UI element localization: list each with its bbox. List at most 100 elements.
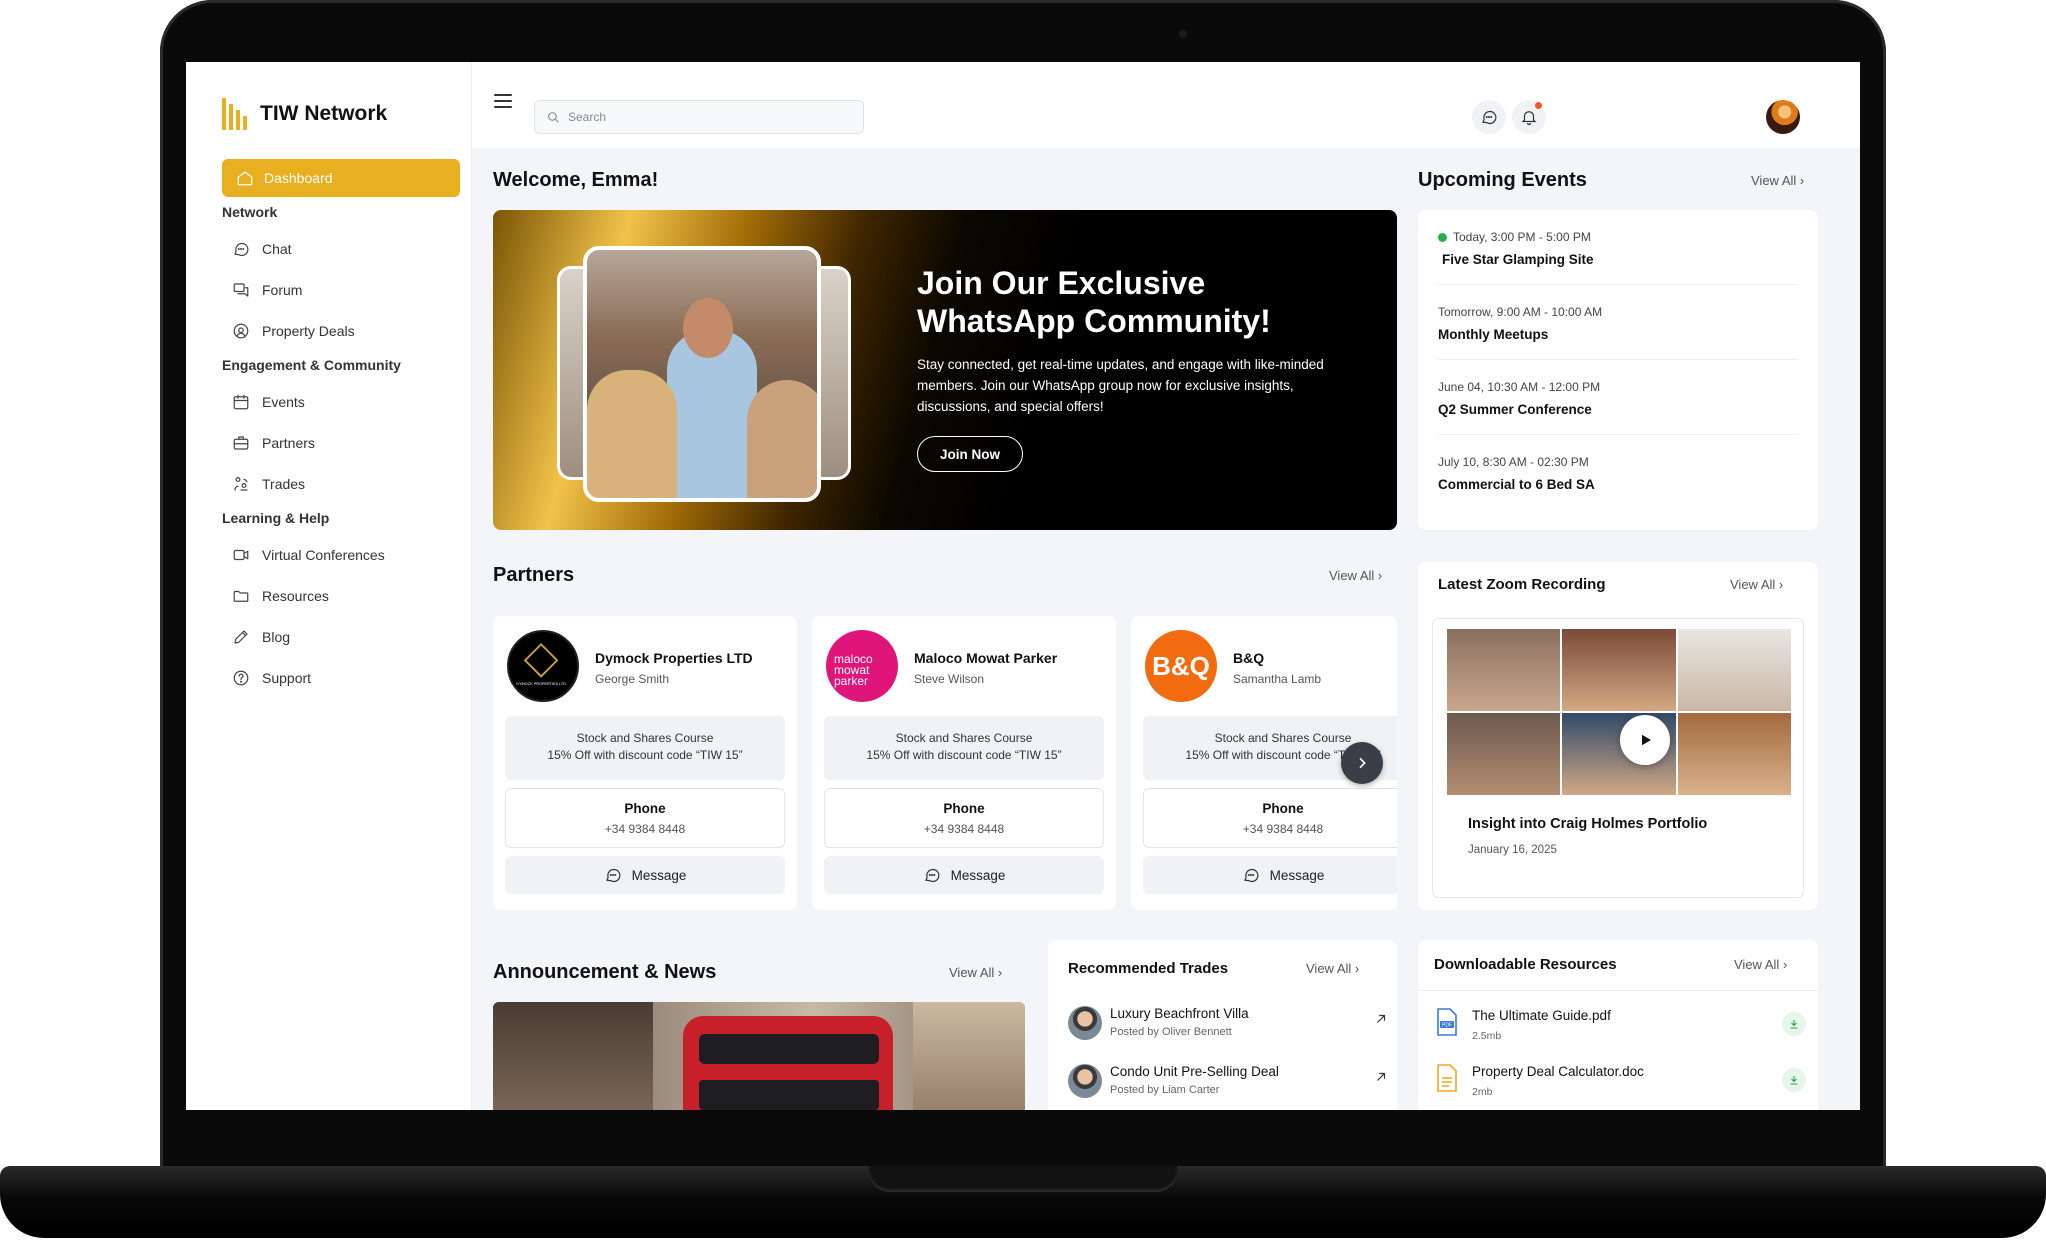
sidebar: TIW Network Dashboard Network Chat Forum…	[186, 62, 472, 1110]
camera	[1179, 30, 1187, 38]
avatar[interactable]	[1766, 100, 1800, 134]
download-button[interactable]	[1782, 1068, 1806, 1092]
banner-title: Join Our Exclusive WhatsApp Community!	[917, 265, 1271, 339]
sidebar-item-partners[interactable]: Partners	[232, 434, 315, 452]
event-item[interactable]: Today, 3:00 PM - 5:00 PM Five Star Glamp…	[1438, 210, 1798, 285]
event-time: Tomorrow, 9:00 AM - 10:00 AM	[1438, 305, 1603, 319]
bq-logo-text: B&Q	[1152, 650, 1210, 681]
page-title: Welcome, Emma!	[493, 169, 659, 191]
sidebar-item-forum[interactable]: Forum	[232, 281, 302, 299]
partner-card: DYMOCK PROPERTIES LTD Dymock Properties …	[493, 616, 797, 910]
sidebar-item-label: Events	[262, 394, 305, 410]
svg-text:DYMOCK PROPERTIES LTD: DYMOCK PROPERTIES LTD	[516, 682, 566, 686]
message-button[interactable]: Message	[824, 856, 1104, 894]
laptop-frame: TIW Network Dashboard Network Chat Forum…	[0, 0, 2046, 1252]
zoom-card: Latest Zoom Recording View All › Insight…	[1418, 562, 1818, 910]
download-icon	[1790, 1020, 1798, 1029]
menu-icon[interactable]	[494, 94, 512, 110]
sidebar-item-label: Chat	[262, 241, 292, 257]
divider	[1418, 990, 1818, 991]
news-title: Announcement & News	[493, 961, 717, 983]
offer-line: Stock and Shares Course	[576, 731, 714, 745]
offer-line: Stock and Shares Course	[895, 731, 1033, 745]
trade-author: Posted by Liam Carter	[1110, 1084, 1220, 1096]
phone-value: +34 9384 8448	[1242, 822, 1324, 836]
partner-phone[interactable]: Phone +34 9384 8448	[505, 788, 785, 848]
trade-item[interactable]: Condo Unit Pre-Selling Deal Posted by Li…	[1068, 1060, 1388, 1110]
phone-value: +34 9384 8448	[604, 822, 686, 836]
event-name: Five Star Glamping Site	[1442, 252, 1594, 267]
trade-item[interactable]: Luxury Beachfront Villa Posted by Oliver…	[1068, 1002, 1388, 1052]
sidebar-item-label: Property Deals	[262, 323, 355, 339]
pdf-file-icon: PDF	[1437, 1008, 1457, 1036]
sidebar-item-blog[interactable]: Blog	[232, 628, 290, 646]
download-button[interactable]	[1782, 1012, 1806, 1036]
news-view-all-link[interactable]: View All ›	[949, 965, 1002, 980]
event-item[interactable]: Tomorrow, 9:00 AM - 10:00 AM Monthly Mee…	[1438, 285, 1798, 360]
partner-name: Dymock Properties LTD	[595, 650, 753, 666]
partner-name: B&Q	[1233, 650, 1265, 666]
sidebar-item-virtual-conferences[interactable]: Virtual Conferences	[232, 546, 385, 564]
sidebar-section-network: Network	[222, 204, 278, 220]
chevron-right-icon	[1359, 757, 1366, 769]
chat-icon	[605, 868, 620, 883]
resource-name: The Ultimate Guide.pdf	[1472, 1008, 1611, 1023]
partner-phone[interactable]: Phone +34 9384 8448	[1143, 788, 1397, 848]
message-button[interactable]: Message	[1143, 856, 1397, 894]
event-time: July 10, 8:30 AM - 02:30 PM	[1438, 455, 1589, 469]
download-icon	[1790, 1076, 1798, 1085]
search-placeholder: Search	[568, 110, 607, 124]
sidebar-item-support[interactable]: Support	[232, 669, 311, 687]
trade-name: Luxury Beachfront Villa	[1110, 1006, 1249, 1021]
resource-item[interactable]: Property Deal Calculator.doc 2mb	[1436, 1062, 1806, 1110]
sidebar-item-events[interactable]: Events	[232, 393, 305, 411]
resources-card: Downloadable Resources View All › PDF Th…	[1418, 940, 1818, 1110]
chat-icon	[924, 868, 939, 883]
zoom-thumbnail[interactable]	[1446, 628, 1792, 796]
notifications-button[interactable]	[1512, 100, 1546, 134]
sidebar-item-label: Partners	[262, 435, 315, 451]
message-label: Message	[1269, 867, 1325, 883]
messages-button[interactable]	[1472, 100, 1506, 134]
resource-item[interactable]: PDF The Ultimate Guide.pdf 2.5mb	[1436, 1006, 1806, 1056]
sidebar-item-label: Dashboard	[264, 170, 333, 186]
resources-view-all-link[interactable]: View All ›	[1734, 957, 1787, 972]
sidebar-item-dashboard[interactable]: Dashboard	[222, 159, 460, 197]
sidebar-item-chat[interactable]: Chat	[232, 240, 292, 258]
events-view-all-link[interactable]: View All ›	[1751, 173, 1804, 188]
partners-title: Partners	[493, 564, 575, 586]
dymock-logo-icon: DYMOCK PROPERTIES LTD	[516, 642, 566, 686]
chat-icon	[1243, 868, 1258, 883]
message-label: Message	[950, 867, 1006, 883]
sidebar-item-label: Trades	[262, 476, 306, 492]
partner-offer: Stock and Shares Course 15% Off with disc…	[505, 716, 785, 780]
events-card: Today, 3:00 PM - 5:00 PM Five Star Glamp…	[1418, 210, 1818, 530]
partner-contact: Steve Wilson	[914, 672, 985, 686]
event-name: Monthly Meetups	[1438, 327, 1549, 342]
event-item[interactable]: July 10, 8:30 AM - 02:30 PM Commercial t…	[1438, 435, 1798, 510]
partners-view-all-link[interactable]: View All ›	[1329, 568, 1382, 583]
trades-card: Recommended Trades View All › Luxury Bea…	[1048, 940, 1397, 1110]
sidebar-section-learning: Learning & Help	[222, 510, 330, 526]
partners-next-button[interactable]	[1341, 742, 1383, 784]
brand[interactable]: TIW Network	[222, 98, 387, 130]
sidebar-item-property-deals[interactable]: Property Deals	[232, 322, 355, 340]
sidebar-item-label: Support	[262, 670, 312, 686]
zoom-view-all-link[interactable]: View All ›	[1730, 577, 1783, 592]
sidebar-item-trades[interactable]: Trades	[232, 475, 305, 493]
event-item[interactable]: June 04, 10:30 AM - 12:00 PM Q2 Summer C…	[1438, 360, 1798, 435]
play-icon[interactable]	[1620, 715, 1670, 765]
join-now-button[interactable]: Join Now	[917, 436, 1023, 472]
zoom-video-date: January 16, 2025	[1468, 844, 1557, 856]
partner-phone[interactable]: Phone +34 9384 8448	[824, 788, 1104, 848]
partner-card: maloco mowat parker Maloco Mowat Parker …	[812, 616, 1116, 910]
news-image[interactable]	[493, 1002, 1025, 1110]
event-time: Today, 3:00 PM - 5:00 PM	[1453, 230, 1591, 244]
laptop-notch	[868, 1166, 1178, 1192]
message-button[interactable]: Message	[505, 856, 785, 894]
partner-contact: Samantha Lamb	[1233, 672, 1322, 686]
home-icon	[236, 169, 254, 187]
search-input[interactable]: Search	[534, 100, 864, 134]
sidebar-item-resources[interactable]: Resources	[232, 587, 329, 605]
trades-view-all-link[interactable]: View All ›	[1306, 961, 1359, 976]
